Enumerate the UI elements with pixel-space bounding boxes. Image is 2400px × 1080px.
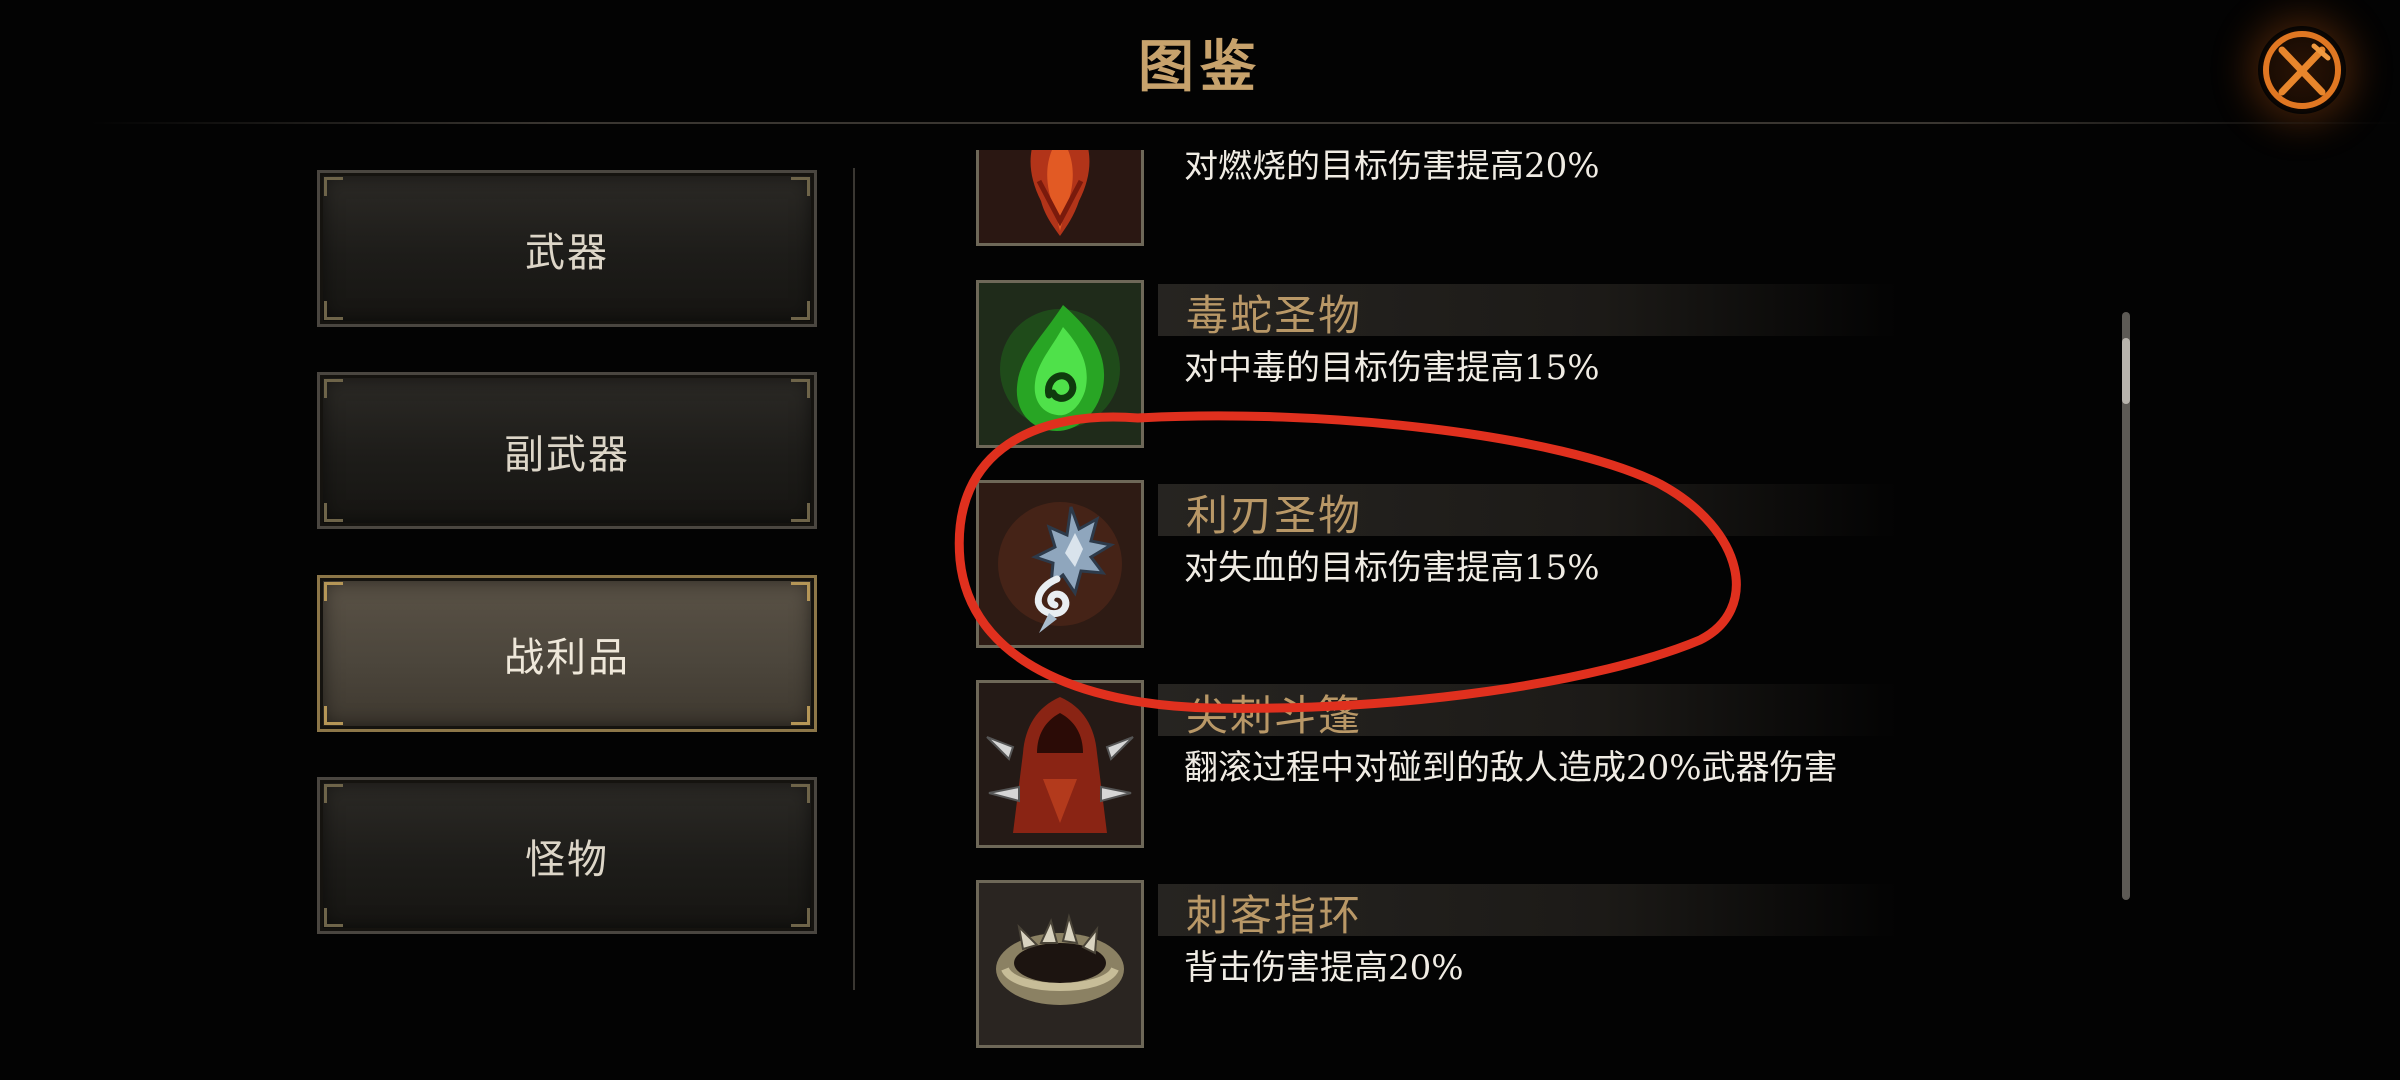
category-loot-button[interactable]: 战利品 [317,575,817,732]
frame-corner [791,379,810,398]
page-title: 图鉴 [1138,34,1262,100]
list-item[interactable]: 尖刺斗篷 翻滚过程中对碰到的敌人造成20%武器伤害 [960,680,2060,850]
category-weapons-button[interactable]: 武器 [317,170,817,327]
category-label: 怪物 [525,836,609,883]
frame-corner [791,784,810,803]
frame-corner [791,908,810,927]
item-icon-frame [976,880,1144,1048]
blade-relic-icon [979,483,1141,645]
frame-corner [324,379,343,398]
list-item[interactable]: 刺客指环 背击伤害提高20% [960,880,2060,1050]
frame-corner [791,706,810,725]
frame-corner [324,582,343,601]
frame-corner [324,784,343,803]
item-name: 尖刺斗篷 [1186,691,1363,740]
list-item[interactable]: 对燃烧的目标伤害提高20% [960,150,2060,248]
header-divider [90,122,2400,124]
loot-list[interactable]: 对燃烧的目标伤害提高20% 毒蛇圣物 对中毒的目标伤害提高15% 利刃圣物 对失… [960,150,2060,1080]
spiked-cloak-icon [979,683,1141,845]
header: 图鉴 [0,0,2400,124]
frame-corner [791,503,810,522]
category-label: 战利品 [504,634,630,681]
item-name: 利刃圣物 [1186,491,1363,540]
item-icon-frame [976,280,1144,448]
item-icon-frame [976,680,1144,848]
item-name: 刺客指环 [1186,891,1363,940]
frame-corner [791,582,810,601]
list-item[interactable]: 毒蛇圣物 对中毒的目标伤害提高15% [960,280,2060,450]
assassin-ring-icon [979,883,1141,1045]
category-monsters-button[interactable]: 怪物 [317,777,817,934]
item-description: 对中毒的目标伤害提高15% [1184,348,1600,388]
scrollbar-thumb[interactable] [2122,338,2130,404]
viper-relic-icon [979,283,1141,445]
close-crossed-blades-icon [2263,31,2341,109]
frame-corner [791,301,810,320]
item-icon-frame [976,150,1144,246]
list-item[interactable]: 利刃圣物 对失血的目标伤害提高15% [960,480,2060,650]
item-name: 毒蛇圣物 [1186,291,1363,340]
item-description: 翻滚过程中对碰到的敌人造成20%武器伤害 [1184,748,1838,788]
panel-divider [853,168,855,990]
flame-relic-icon [979,150,1141,243]
frame-corner [324,301,343,320]
frame-corner [324,177,343,196]
item-description: 对失血的目标伤害提高15% [1184,548,1600,588]
category-label: 武器 [525,229,609,276]
category-label: 副武器 [504,431,630,478]
item-description: 对燃烧的目标伤害提高20% [1184,150,1600,186]
frame-corner [324,908,343,927]
item-description: 背击伤害提高20% [1184,948,1464,988]
close-button[interactable] [2258,26,2346,114]
category-secondary-weapons-button[interactable]: 副武器 [317,372,817,529]
frame-corner [324,706,343,725]
item-icon-frame [976,480,1144,648]
frame-corner [324,503,343,522]
frame-corner [791,177,810,196]
